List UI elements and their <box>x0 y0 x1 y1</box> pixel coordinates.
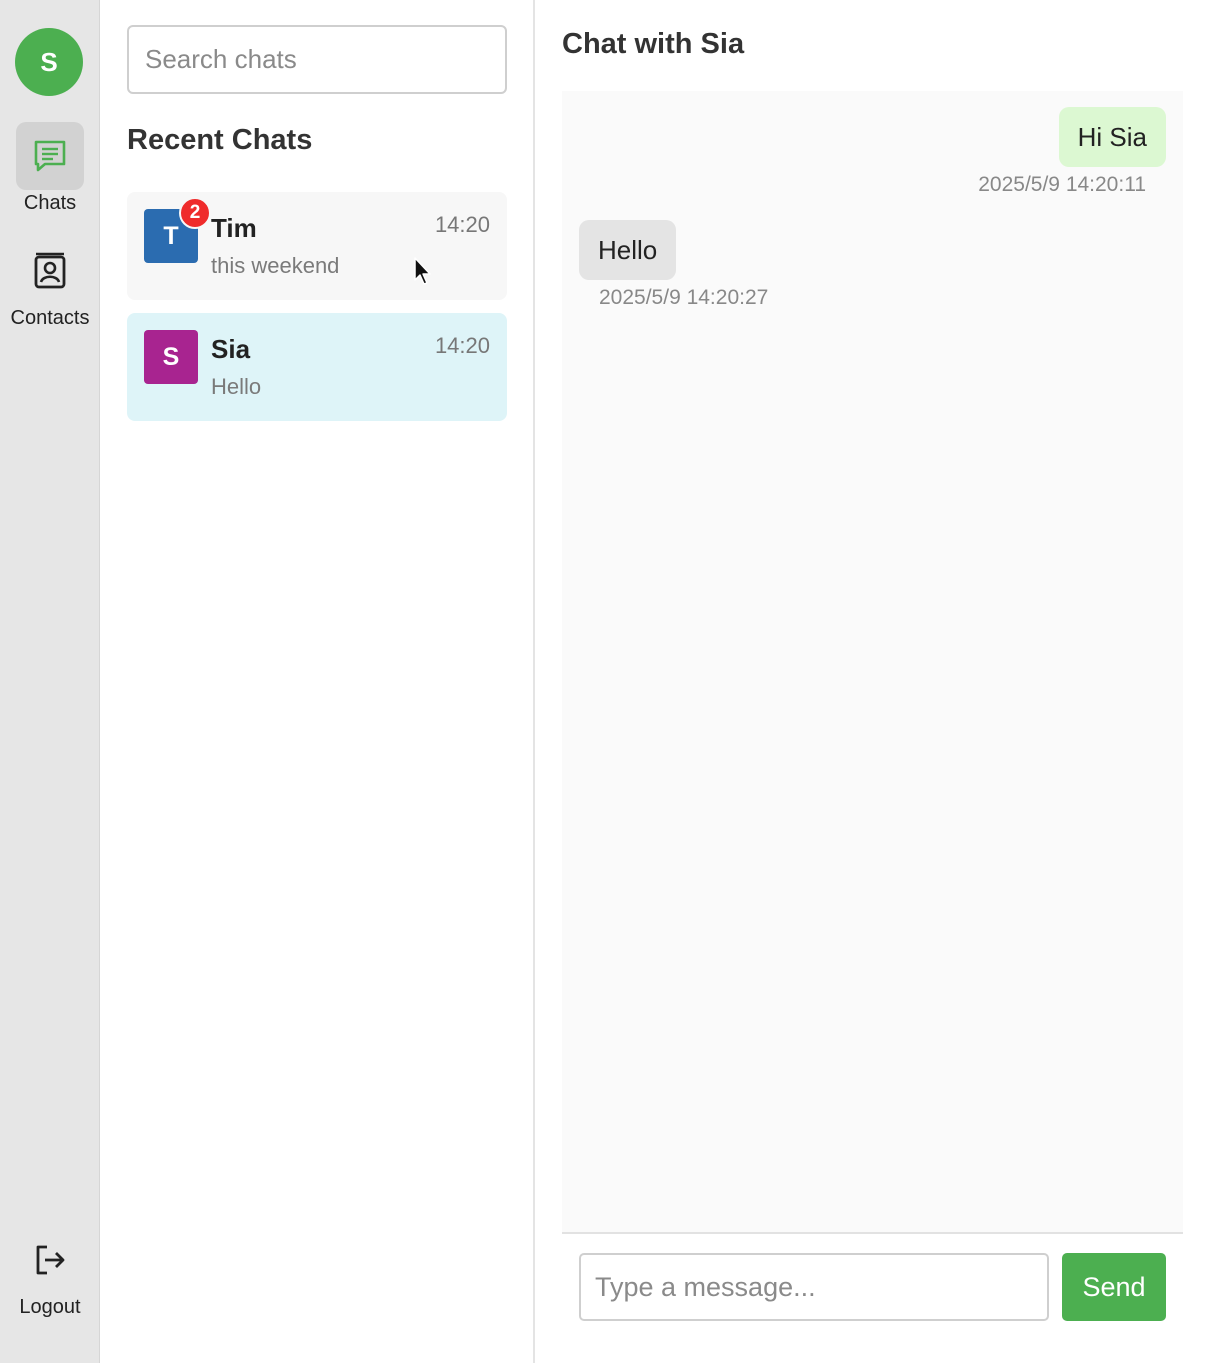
send-button[interactable]: Send <box>1062 1253 1166 1321</box>
message-input[interactable] <box>579 1253 1049 1321</box>
chat-name: Sia <box>211 334 251 364</box>
user-avatar[interactable]: S <box>15 28 83 96</box>
search-input[interactable] <box>127 25 507 94</box>
nav-item-chats[interactable]: Chats <box>0 122 100 215</box>
message-list[interactable]: Hi Sia 2025/5/9 14:20:11 Hello 2025/5/9 … <box>562 91 1183 1234</box>
recent-chats-title: Recent Chats <box>127 124 313 156</box>
avatar: S <box>144 330 198 384</box>
chat-preview: this weekend <box>211 253 340 278</box>
message-timestamp: 2025/5/9 14:20:27 <box>599 286 769 309</box>
logout-label: Logout <box>19 1296 81 1318</box>
contact-card-icon <box>16 237 84 305</box>
chat-app: S Chats Contacts Logout Search chats Rec… <box>0 0 1209 1363</box>
chat-bubble-icon <box>16 122 84 190</box>
nav-item-contacts-label: Contacts <box>10 307 90 329</box>
incoming-message: Hello <box>579 220 677 280</box>
chat-name: Tim <box>211 213 257 243</box>
nav-rail: S Chats Contacts Logout <box>0 0 100 1363</box>
chat-list-panel: Recent Chats T 2 Tim 14:20 this weekend … <box>100 0 535 1363</box>
nav-item-chats-label: Chats <box>23 192 77 214</box>
chat-item-tim[interactable]: T 2 Tim 14:20 this weekend <box>127 192 507 300</box>
chat-preview: Hello <box>211 374 262 399</box>
chat-time: 14:20 <box>434 333 490 358</box>
message-timestamp: 2025/5/9 14:20:11 <box>978 173 1146 196</box>
chat-time: 14:20 <box>434 212 490 237</box>
unread-badge: 2 <box>179 197 211 229</box>
chat-item-sia[interactable]: S Sia 14:20 Hello <box>127 313 507 421</box>
conversation-title: Chat with Sia <box>562 28 745 60</box>
logout-button[interactable]: Logout <box>0 1226 100 1319</box>
logout-icon <box>16 1226 84 1294</box>
nav-item-contacts[interactable]: Contacts <box>0 237 100 330</box>
conversation-panel: Chat with Sia Hi Sia 2025/5/9 14:20:11 H… <box>535 0 1209 1363</box>
outgoing-message: Hi Sia <box>1058 107 1166 167</box>
